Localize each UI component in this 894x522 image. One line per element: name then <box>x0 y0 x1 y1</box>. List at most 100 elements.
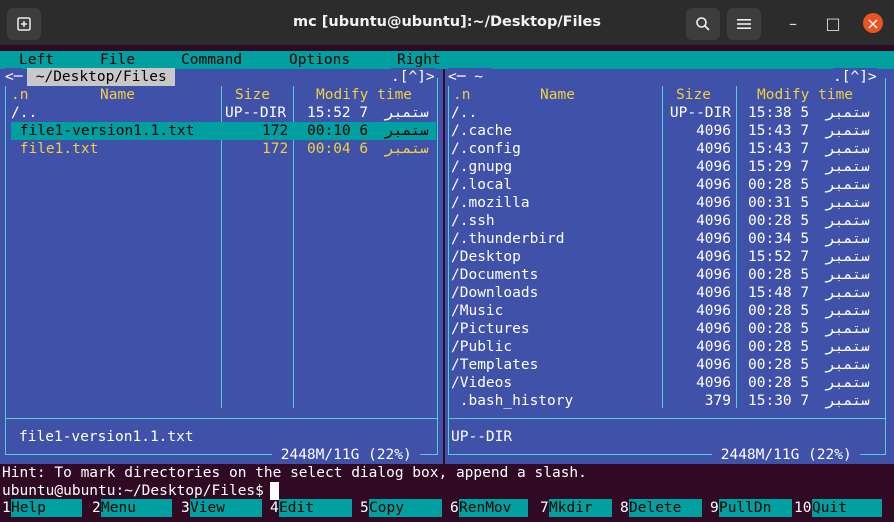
right-row-name: /.gnupg <box>451 159 513 175</box>
window-titlebar: mc [ubuntu@ubuntu]:~/Desktop/Files – □ × <box>0 0 894 46</box>
right-row-date: ستمبر <box>826 123 870 139</box>
right-row-size: 4096 <box>696 303 731 319</box>
left-panel-disk-usage: 2448M/11G (22%) <box>272 446 421 464</box>
left-header-size[interactable]: Size <box>235 86 270 104</box>
fkey-number: 4 <box>270 500 279 516</box>
right-row-time: 15:48 7 <box>748 285 810 301</box>
right-row-size: 4096 <box>696 249 731 265</box>
left-panel-corner-right[interactable]: .[^]> <box>391 68 435 86</box>
right-panel-status-divider <box>448 418 886 419</box>
command-prompt[interactable]: ubuntu@ubuntu:~/Desktop/Files$ <box>2 482 273 500</box>
right-row-date: ستمبر <box>826 177 870 193</box>
search-button[interactable] <box>686 8 720 40</box>
right-row-size: 4096 <box>696 231 731 247</box>
right-row-name: /Public <box>451 339 513 355</box>
fkey-view-button[interactable]: View <box>190 499 262 517</box>
right-row-date: ستمبر <box>826 159 870 175</box>
fkey-copy-button[interactable]: Copy <box>369 499 442 517</box>
left-panel-border-left <box>5 78 6 455</box>
right-row-size: 4096 <box>696 141 731 157</box>
right-row-time: 00:31 5 <box>748 195 810 211</box>
right-row-name: /.mozilla <box>451 195 530 211</box>
fkey-number: 6 <box>450 500 459 516</box>
minimize-button[interactable]: – <box>784 13 802 33</box>
right-row-time: 15:30 7 <box>748 393 810 409</box>
right-row-time: 00:28 5 <box>748 357 810 373</box>
right-row-name: /Documents <box>451 267 539 283</box>
right-panel-disk-usage: 2448M/11G (22%) <box>712 446 861 464</box>
right-header-size[interactable]: Size <box>676 86 711 104</box>
right-row-name: /.. <box>451 105 478 121</box>
right-row-time: 15:29 7 <box>748 159 810 175</box>
right-row-size: 4096 <box>696 213 731 229</box>
hint-line: Hint: To mark directories on the select … <box>2 465 587 481</box>
menu-left[interactable]: Left <box>19 51 54 69</box>
right-row-name: /.config <box>451 141 521 157</box>
terminal[interactable]: Left File Command Options Right <─ ~ /Des… <box>0 46 894 522</box>
right-panel-corner-right[interactable]: .[^]> <box>833 68 877 86</box>
right-row-name: /Pictures <box>451 321 530 337</box>
right-panel-border-left <box>448 78 449 455</box>
right-row-size: 4096 <box>696 375 731 391</box>
left-panel-status-divider <box>5 418 438 419</box>
fkey-renmov-button[interactable]: RenMov <box>459 499 528 517</box>
left-header-sort[interactable]: .n <box>11 86 28 104</box>
left-row-size: 172 <box>262 141 289 157</box>
left-header-modify[interactable]: Modify time <box>316 86 412 104</box>
menu-file[interactable]: File <box>100 51 135 69</box>
right-row-time: 00:28 5 <box>748 177 810 193</box>
right-row-name: /Videos <box>451 375 513 391</box>
menu-options[interactable]: Options <box>289 51 350 69</box>
right-row-date: ستمبر <box>826 375 870 391</box>
right-row-name: /.ssh <box>451 213 495 229</box>
right-row-size: 379 <box>704 393 731 409</box>
fkey-number: 7 <box>540 500 549 516</box>
left-row-name: file1-version1.1.txt <box>11 123 195 139</box>
right-row-name: .bash_history <box>451 393 574 409</box>
right-row-date: ستمبر <box>826 357 870 373</box>
right-row-name: /.cache <box>451 123 513 139</box>
maximize-button[interactable]: □ <box>824 13 842 33</box>
right-row-time: 15:43 7 <box>748 123 810 139</box>
right-row-date: ستمبر <box>826 141 870 157</box>
right-row-name: /Downloads <box>451 285 539 301</box>
right-row-name: /Music <box>451 303 504 319</box>
left-header-name[interactable]: Name <box>100 86 135 104</box>
maximize-icon: □ <box>825 13 841 33</box>
right-row-size: 4096 <box>696 357 731 373</box>
close-button[interactable]: × <box>863 13 883 33</box>
menu-command[interactable]: Command <box>181 51 242 69</box>
right-row-size: UP--DIR <box>669 105 731 121</box>
menu-button[interactable] <box>727 8 761 40</box>
left-panel-corner-left[interactable]: <─ <box>5 68 23 86</box>
left-row-name: file1.txt <box>11 141 99 157</box>
right-row-size: 4096 <box>696 123 731 139</box>
right-header-sort[interactable]: .n <box>453 86 470 104</box>
right-row-time: 00:28 5 <box>748 339 810 355</box>
menu-right[interactable]: Right <box>397 51 441 69</box>
right-panel-status: UP--DIR <box>451 429 513 445</box>
right-header-name[interactable]: Name <box>540 86 575 104</box>
right-row-date: ستمبر <box>826 213 870 229</box>
left-row-date: ستمبر <box>385 141 429 157</box>
right-row-name: /Desktop <box>451 249 521 265</box>
fkey-help-button[interactable]: Help <box>11 499 82 517</box>
fkey-delete-button[interactable]: Delete <box>629 499 702 517</box>
search-icon <box>696 17 710 31</box>
fkey-pulldn-button[interactable]: PullDn <box>719 499 792 517</box>
minimize-icon: – <box>789 13 797 33</box>
fkey-menu-button[interactable]: Menu <box>101 499 172 517</box>
right-row-date: ستمبر <box>826 105 870 121</box>
fkey-quit-button[interactable]: Quit <box>812 499 882 517</box>
fkey-number: 5 <box>360 500 369 516</box>
left-row-name: /.. <box>11 105 38 121</box>
right-row-time: 00:34 5 <box>748 231 810 247</box>
right-panel-corner-left[interactable]: <─ ~ <box>448 68 492 86</box>
right-header-modify[interactable]: Modify time <box>757 86 853 104</box>
left-panel-border-right <box>437 78 438 455</box>
fkey-number: 2 <box>92 500 101 516</box>
right-row-name: /Templates <box>451 357 539 373</box>
fkey-edit-button[interactable]: Edit <box>279 499 352 517</box>
fkey-mkdir-button[interactable]: Mkdir <box>549 499 612 517</box>
fkey-number: 9 <box>710 500 719 516</box>
